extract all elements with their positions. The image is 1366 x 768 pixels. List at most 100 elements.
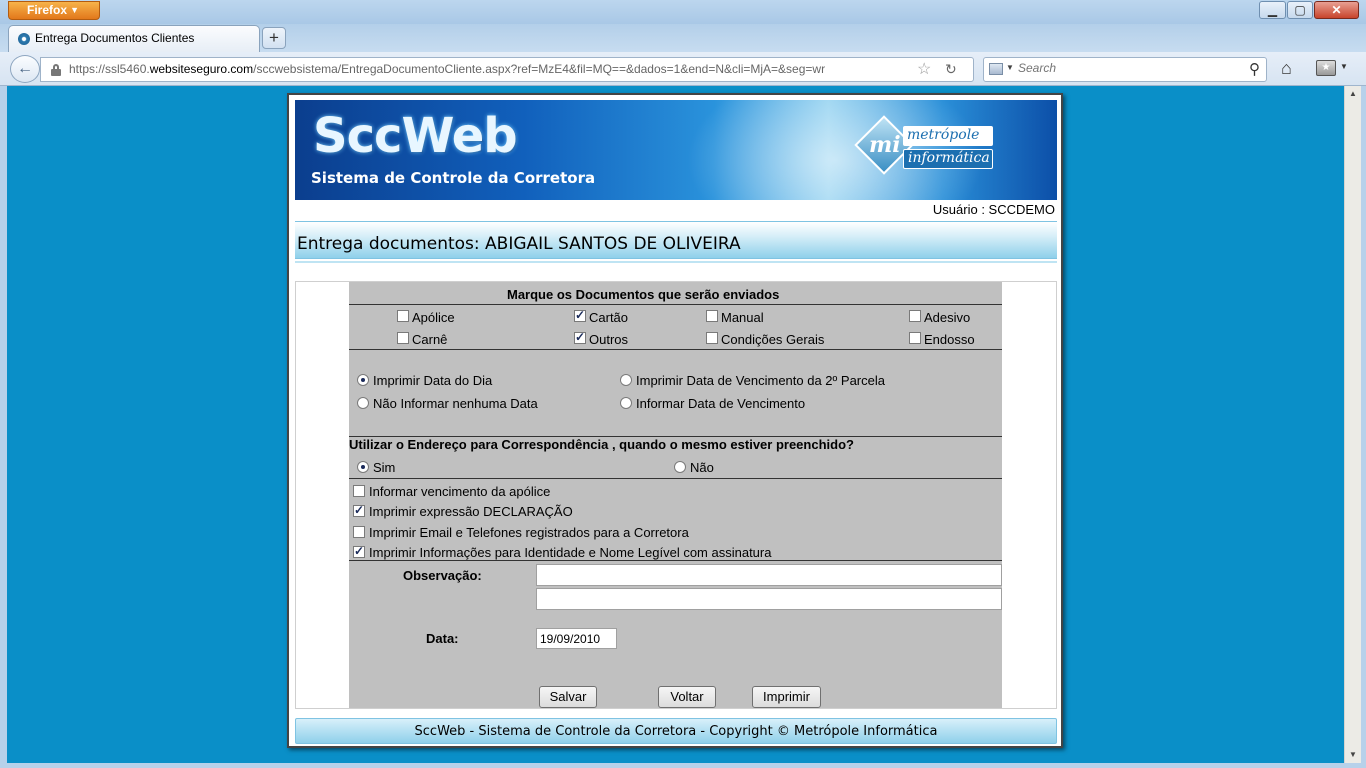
radio-endereco-nao-label: Não: [690, 460, 714, 475]
checkbox-declaracao-label: Imprimir expressão DECLARAÇÃO: [369, 504, 573, 519]
document-form: Marque os Documentos que serão enviados …: [349, 282, 1002, 708]
radio-imprimir-data-dia-label: Imprimir Data do Dia: [373, 373, 493, 388]
radio-informar-vencimento[interactable]: [620, 397, 632, 409]
radio-endereco-nao[interactable]: [674, 461, 686, 473]
address-question: Utilizar o Endereço para Correspondência…: [349, 437, 854, 452]
radio-endereco-sim-label: Sim: [373, 460, 396, 475]
checkbox-endosso[interactable]: [909, 332, 921, 344]
checkbox-declaracao[interactable]: [353, 503, 365, 517]
radio-nao-informar-data-label: Não Informar nenhuma Data: [373, 396, 538, 411]
checkbox-manual-label: Manual: [721, 310, 764, 325]
observacao-field-2[interactable]: [536, 588, 1002, 610]
tab-bar: Entrega Documentos Clientes +: [0, 24, 1366, 52]
observacao-label: Observação:: [403, 568, 482, 583]
logo-line-informatica: informática: [903, 149, 993, 169]
window-frame-left: [0, 86, 7, 768]
checkbox-carne-label: Carnê: [412, 332, 448, 347]
scroll-up-arrow-icon[interactable]: ▲: [1345, 86, 1361, 102]
home-icon[interactable]: ⌂: [1281, 58, 1292, 79]
divider: [349, 560, 1002, 561]
lock-icon: [51, 64, 61, 76]
form-container: Marque os Documentos que serão enviados …: [295, 281, 1057, 709]
checkbox-apolice-label: Apólice: [412, 310, 455, 325]
radio-imprimir-data-dia[interactable]: [357, 374, 369, 386]
header-banner: SccWeb Sistema de Controle da Corretora …: [295, 100, 1057, 200]
window-titlebar: Firefox ▼ ▁ ▢ ✕: [0, 0, 1366, 24]
checkbox-adesivo[interactable]: [909, 310, 921, 322]
checkbox-carne[interactable]: [397, 332, 409, 344]
checkbox-apolice[interactable]: [397, 310, 409, 322]
url-prefix: https://ssl5460.: [69, 62, 150, 76]
checkbox-endosso-label: Endosso: [924, 332, 975, 347]
checkbox-identidade-assinatura-label: Imprimir Informações para Identidade e N…: [369, 545, 772, 560]
checkbox-outros[interactable]: [574, 330, 586, 344]
vertical-scrollbar[interactable]: ▲ ▼: [1344, 86, 1361, 763]
search-icon[interactable]: ⚲: [1249, 60, 1260, 78]
checkbox-informar-vencimento[interactable]: [353, 485, 365, 497]
window-frame-right: [1361, 86, 1366, 768]
url-domain: websiteseguro.com: [149, 62, 254, 76]
checkbox-condicoes-gerais-label: Condições Gerais: [721, 332, 825, 347]
back-button[interactable]: ←: [10, 55, 40, 83]
print-button[interactable]: Imprimir: [752, 686, 821, 708]
title-divider: [295, 261, 1057, 263]
observacao-field-1[interactable]: [536, 564, 1002, 586]
maximize-button[interactable]: ▢: [1287, 1, 1313, 19]
scroll-down-arrow-icon[interactable]: ▼: [1345, 747, 1361, 763]
firefox-menu-label: Firefox: [27, 3, 68, 17]
checkbox-condicoes-gerais[interactable]: [706, 332, 718, 344]
main-panel: SccWeb Sistema de Controle da Corretora …: [287, 93, 1063, 748]
checkbox-email-telefones[interactable]: [353, 526, 365, 538]
chevron-down-icon[interactable]: ▼: [1340, 62, 1348, 71]
checkbox-cartao-label: Cartão: [589, 310, 629, 325]
chevron-down-icon: ▼: [70, 5, 79, 15]
data-field[interactable]: [536, 628, 617, 649]
minimize-button[interactable]: ▁: [1259, 1, 1286, 19]
save-button[interactable]: Salvar: [539, 686, 597, 708]
chevron-down-icon[interactable]: ▼: [1006, 63, 1014, 72]
sccweb-logo: SccWeb: [313, 108, 518, 164]
close-window-button[interactable]: ✕: [1314, 1, 1359, 19]
checkbox-manual[interactable]: [706, 310, 718, 322]
radio-vencimento-2-parcela-label: Imprimir Data de Vencimento da 2º Parcel…: [636, 373, 885, 388]
back-button-form[interactable]: Voltar: [658, 686, 716, 708]
checkbox-identidade-assinatura[interactable]: [353, 544, 365, 558]
new-tab-button[interactable]: +: [262, 27, 286, 49]
checkbox-adesivo-label: Adesivo: [924, 310, 971, 325]
url-path: /sccwebsistema/EntregaDocumentoCliente.a…: [253, 62, 826, 76]
metropole-logo: mi metrópole informática: [854, 115, 997, 180]
user-label: Usuário : SCCDEMO: [932, 202, 1055, 217]
divider: [349, 349, 1002, 350]
site-favicon-icon: [18, 33, 30, 45]
reload-icon[interactable]: ↻: [945, 61, 957, 78]
search-bar[interactable]: ▼ ⚲: [983, 57, 1267, 82]
radio-endereco-sim[interactable]: [357, 461, 369, 473]
url-text[interactable]: https://ssl5460.websiteseguro.com/sccweb…: [69, 62, 911, 76]
bookmarks-icon[interactable]: ★: [1316, 60, 1336, 76]
checkbox-informar-vencimento-label: Informar vencimento da apólice: [369, 484, 551, 499]
window-frame-bottom: [0, 763, 1366, 768]
checkbox-cartao[interactable]: [574, 308, 586, 322]
tab-title: Entrega Documentos Clientes: [35, 31, 195, 45]
bookmark-star-icon[interactable]: ☆: [917, 59, 931, 79]
navigation-toolbar: ← https://ssl5460.websiteseguro.com/sccw…: [0, 52, 1366, 86]
tab-entrega-documentos[interactable]: Entrega Documentos Clientes: [8, 25, 260, 52]
url-bar[interactable]: https://ssl5460.websiteseguro.com/sccweb…: [40, 57, 974, 82]
checkbox-outros-label: Outros: [589, 332, 629, 347]
footer-copyright: SccWeb - Sistema de Controle da Corretor…: [295, 718, 1057, 744]
banner-subtitle: Sistema de Controle da Corretora: [311, 169, 596, 187]
divider: [349, 478, 1002, 479]
search-engine-icon[interactable]: [989, 63, 1003, 75]
data-label: Data:: [426, 631, 459, 646]
radio-informar-vencimento-label: Informar Data de Vencimento: [636, 396, 806, 411]
radio-nao-informar-data[interactable]: [357, 397, 369, 409]
documents-heading: Marque os Documentos que serão enviados: [507, 287, 780, 302]
logo-line-metropole: metrópole: [903, 126, 993, 146]
divider: [349, 304, 1002, 305]
page-title-bar: Entrega documentos: ABIGAIL SANTOS DE OL…: [295, 221, 1057, 259]
logo-mark: mi: [869, 132, 901, 158]
radio-vencimento-2-parcela[interactable]: [620, 374, 632, 386]
search-input[interactable]: [1018, 61, 1238, 75]
firefox-menu-button[interactable]: Firefox ▼: [8, 1, 100, 20]
checkbox-email-telefones-label: Imprimir Email e Telefones registrados p…: [369, 525, 689, 540]
